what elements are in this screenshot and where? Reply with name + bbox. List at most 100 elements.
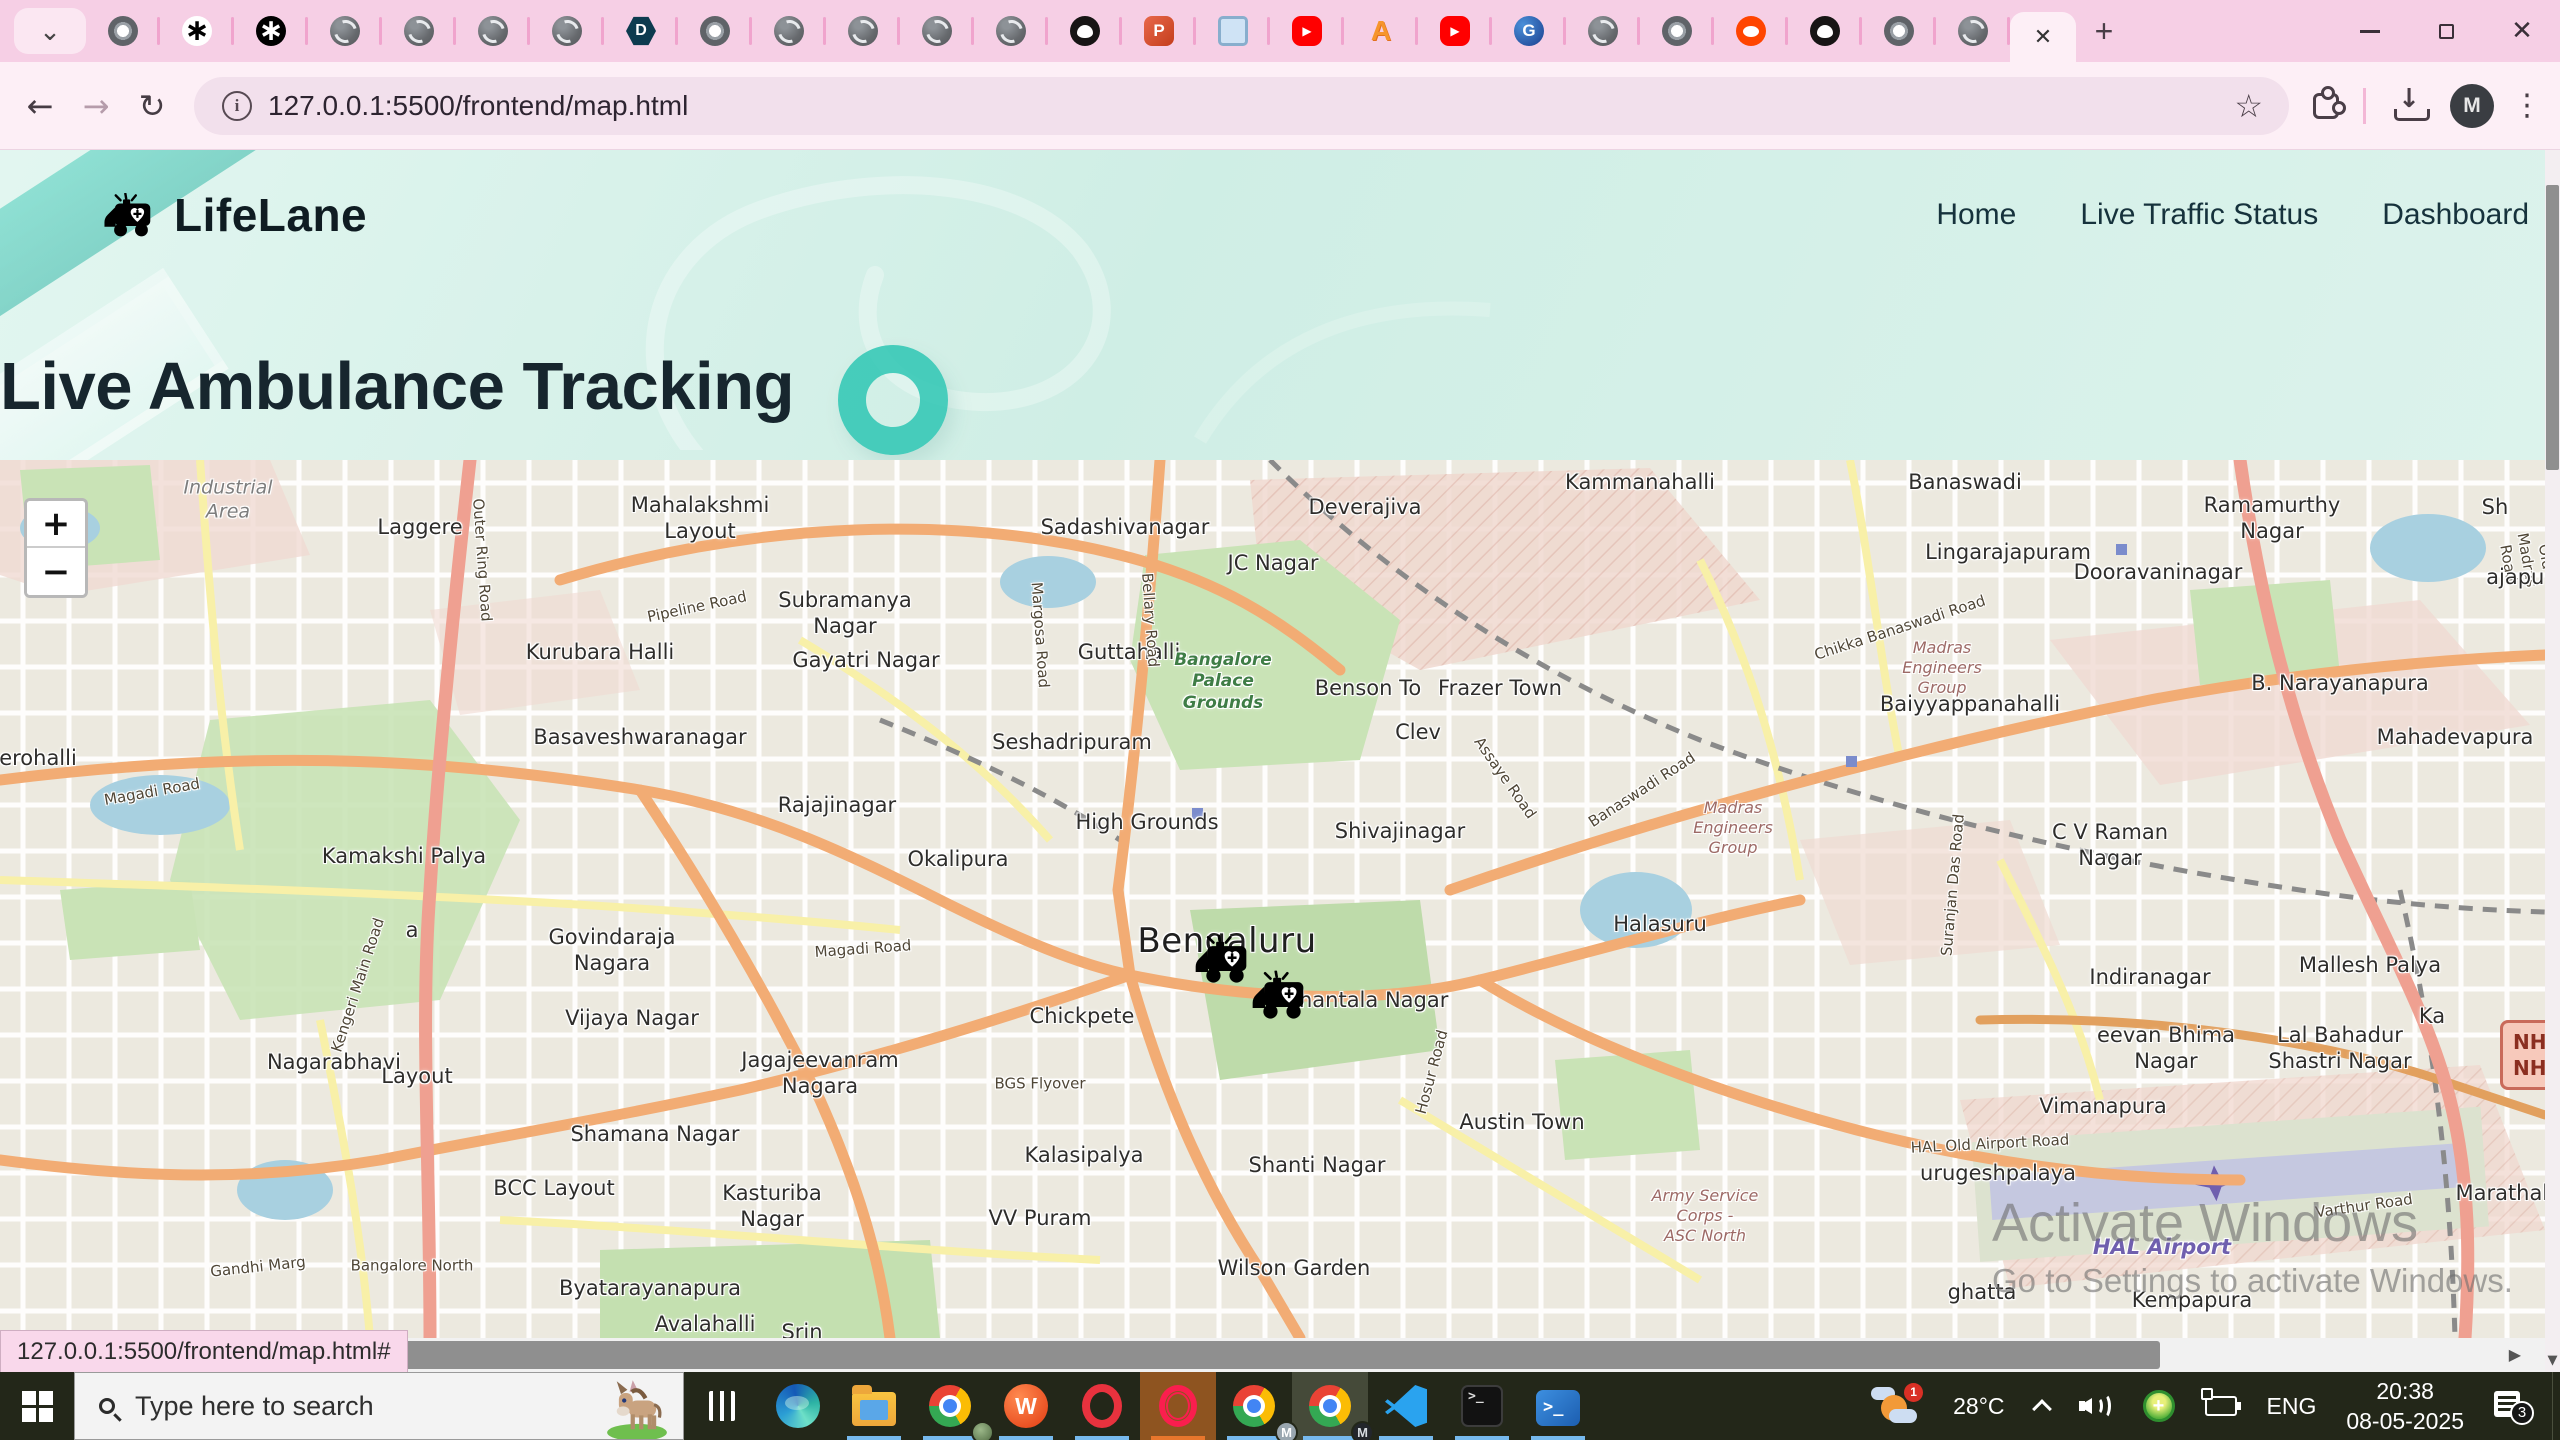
vertical-scrollbar[interactable]: ▼ — [2545, 150, 2560, 1372]
tab-chrome[interactable] — [1640, 0, 1714, 62]
map-label: Basaveshwaranagar — [533, 724, 747, 749]
tab-gblue[interactable] — [1492, 0, 1566, 62]
tab-chrome[interactable] — [86, 0, 160, 62]
tab-close-icon[interactable]: ✕ — [2034, 24, 2052, 50]
tab-dhex[interactable] — [604, 0, 678, 62]
reload-button[interactable]: ↻ — [124, 78, 180, 134]
tab-globe[interactable] — [900, 0, 974, 62]
map-label: Gayatri Nagar — [792, 647, 940, 672]
taskbar-opera-gx[interactable] — [1140, 1372, 1216, 1440]
ambulance-marker-2[interactable] — [1250, 971, 1314, 1026]
tab-ppt[interactable] — [1122, 0, 1196, 62]
gptw-favicon — [182, 16, 212, 46]
tray-overflow-chevron-icon[interactable] — [2031, 1399, 2052, 1419]
battery-plugged-icon[interactable] — [2200, 1388, 2241, 1416]
tab-yt[interactable] — [1270, 0, 1344, 62]
back-button[interactable]: ← — [12, 78, 68, 134]
map-label: C V Raman Nagar — [2051, 819, 2169, 870]
site-header: LifeLane Home Live Traffic Status Dashbo… — [0, 150, 2545, 280]
taskbar-wps-office[interactable] — [988, 1372, 1064, 1440]
tab-aorange[interactable] — [1344, 0, 1418, 62]
tab-globe[interactable] — [974, 0, 1048, 62]
temperature[interactable]: 28°C — [1953, 1393, 2004, 1420]
map-label: Bellary Road — [1138, 572, 1163, 668]
minimize-button[interactable] — [2332, 0, 2408, 62]
tab-globe[interactable] — [530, 0, 604, 62]
horizontal-scrollbar-thumb[interactable] — [195, 1341, 2160, 1369]
taskbar-chrome-profile-2[interactable]: M — [1216, 1372, 1298, 1440]
site-info-icon[interactable]: i — [222, 90, 252, 121]
tab-gptw[interactable] — [160, 0, 234, 62]
taskbar-terminal[interactable] — [1444, 1372, 1520, 1440]
close-button[interactable]: ✕ — [2484, 0, 2560, 62]
tab-github[interactable] — [1788, 0, 1862, 62]
taskbar-chrome-profile-1[interactable] — [912, 1372, 994, 1440]
tab-globe[interactable] — [752, 0, 826, 62]
tab-globe[interactable] — [382, 0, 456, 62]
time: 20:38 — [2376, 1378, 2434, 1404]
tab-bluerect[interactable] — [1196, 0, 1270, 62]
tab-search-chevron-button[interactable]: ⌄ — [14, 8, 86, 54]
start-button[interactable] — [0, 1372, 74, 1440]
taskbar-search[interactable]: Type here to search — [74, 1372, 684, 1440]
brand[interactable]: LifeLane — [102, 188, 367, 242]
taskbar-task-view[interactable] — [684, 1372, 760, 1440]
taskbar-chrome-profile-3[interactable]: M — [1292, 1372, 1374, 1440]
bookmark-star-icon[interactable]: ☆ — [2234, 87, 2263, 125]
tab-chrome[interactable] — [678, 0, 752, 62]
tab-gptb[interactable] — [234, 0, 308, 62]
active-tab[interactable]: ✕ — [2010, 12, 2076, 62]
browser-menu-icon[interactable]: ⋮ — [2512, 88, 2542, 123]
map-label: Srin — [781, 1319, 823, 1338]
zoom-in-button[interactable]: + — [27, 501, 85, 548]
map-label: Avalahalli — [654, 1311, 756, 1336]
tab-globe[interactable] — [308, 0, 382, 62]
nav-dashboard[interactable]: Dashboard — [2382, 198, 2529, 232]
show-desktop-button[interactable] — [2552, 1372, 2560, 1440]
leaflet-map[interactable]: Industrial Area Laggere Mahalakshmi Layout… — [0, 460, 2545, 1338]
tab-reddit[interactable] — [1714, 0, 1788, 62]
tab-globe[interactable] — [1566, 0, 1640, 62]
globe-favicon — [774, 16, 804, 46]
page-viewport: LifeLane Home Live Traffic Status Dashbo… — [0, 150, 2545, 1372]
taskbar-edge[interactable] — [760, 1372, 836, 1440]
extensions-icon[interactable] — [2313, 85, 2346, 119]
nav-live-traffic-status[interactable]: Live Traffic Status — [2080, 198, 2318, 232]
restore-button[interactable] — [2408, 0, 2484, 62]
tab-chrome[interactable] — [1862, 0, 1936, 62]
new-tab-button[interactable]: + — [2076, 8, 2132, 54]
notification-center-icon[interactable]: 3 — [2494, 1391, 2534, 1425]
taskbar-vscode[interactable] — [1368, 1372, 1444, 1440]
downloads-icon[interactable] — [2394, 91, 2430, 121]
globe-favicon — [552, 16, 582, 46]
tab-yt[interactable] — [1418, 0, 1492, 62]
scroll-right-arrow-icon[interactable]: ▶ — [2509, 1345, 2521, 1364]
taskbar-powershell[interactable] — [1520, 1372, 1596, 1440]
volume-icon[interactable] — [2078, 1393, 2113, 1419]
profile-avatar[interactable]: M — [2450, 83, 2494, 128]
vertical-scrollbar-thumb[interactable] — [2546, 185, 2559, 470]
map-label: Army Service Corps - ASC North — [1651, 1186, 1759, 1245]
tab-github[interactable] — [1048, 0, 1122, 62]
scroll-down-arrow-icon[interactable]: ▼ — [2545, 1353, 2560, 1368]
map-label: Vimanapura — [2039, 1093, 2167, 1118]
url-text[interactable]: 127.0.0.1:5500/frontend/map.html — [268, 90, 2234, 122]
forward-button[interactable]: → — [68, 78, 124, 134]
map-label: Guttahalli — [1077, 639, 1181, 664]
antivirus-tray-icon[interactable]: + — [2142, 1390, 2175, 1422]
taskbar-opera[interactable] — [1064, 1372, 1140, 1440]
clock[interactable]: 20:38 08-05-2025 — [2346, 1376, 2464, 1436]
nav-home[interactable]: Home — [1936, 198, 2016, 232]
input-language[interactable]: ENG — [2267, 1393, 2317, 1420]
tab-globe[interactable] — [826, 0, 900, 62]
zoom-out-button[interactable]: − — [27, 548, 85, 595]
search-highlight-donkey-image[interactable] — [605, 1379, 669, 1439]
search-icon — [99, 1398, 115, 1414]
tab-globe[interactable] — [1936, 0, 2010, 62]
ambulance-marker-1[interactable] — [1193, 935, 1257, 990]
windows-taskbar: Type here to search MM 1 28°C — [0, 1372, 2560, 1440]
tab-globe[interactable] — [456, 0, 530, 62]
taskbar-file-explorer[interactable] — [836, 1372, 912, 1440]
address-bar[interactable]: i 127.0.0.1:5500/frontend/map.html ☆ — [194, 76, 2289, 135]
weather-icon[interactable]: 1 — [1871, 1383, 1924, 1429]
